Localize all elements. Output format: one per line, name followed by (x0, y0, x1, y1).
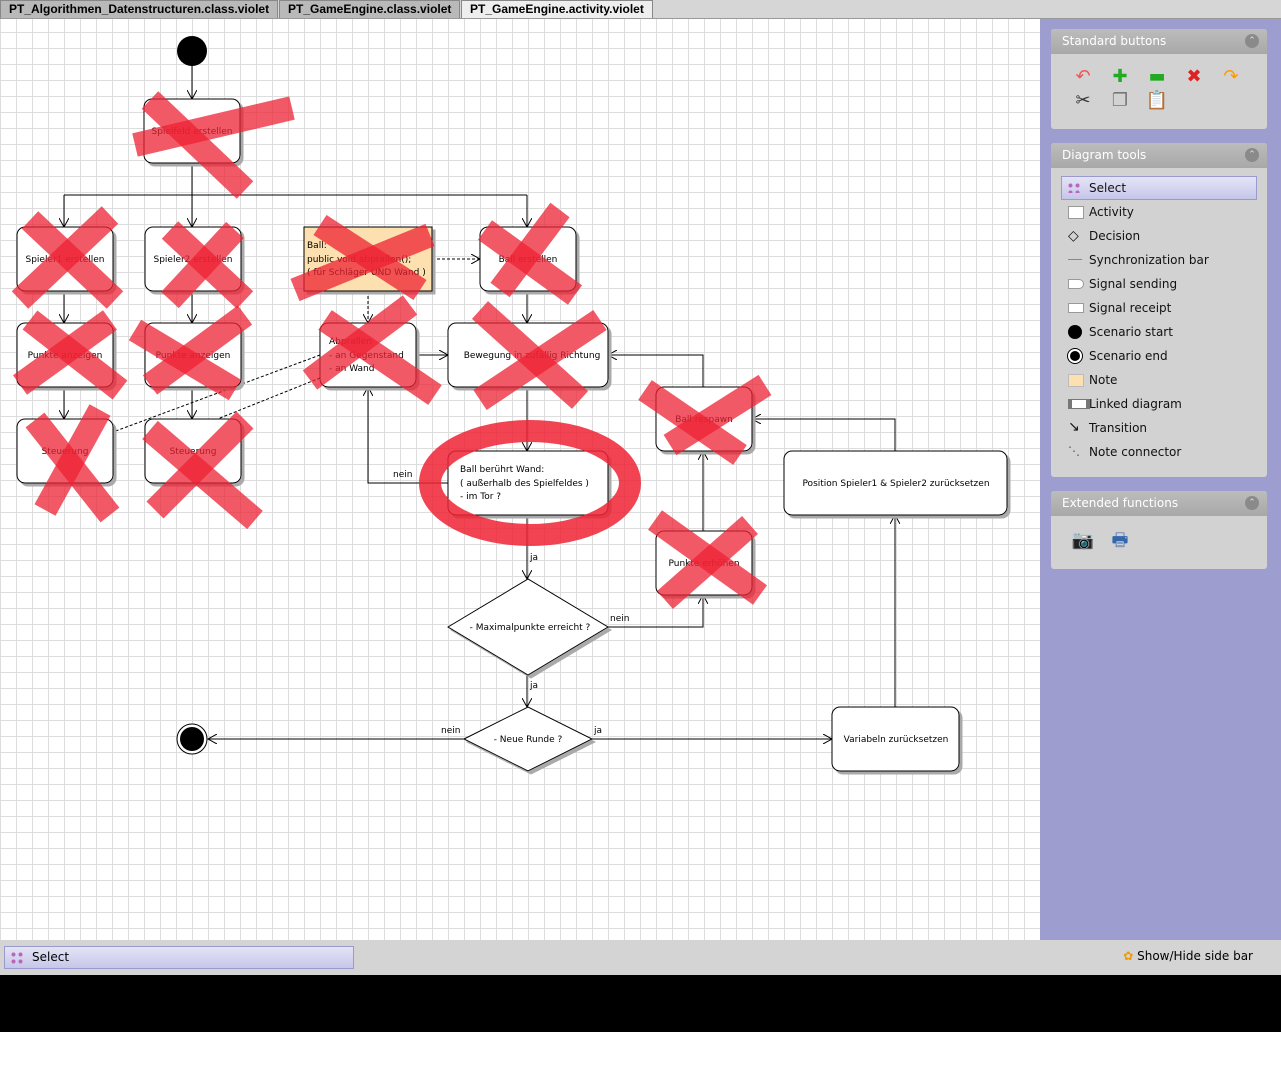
svg-text:ja: ja (593, 726, 602, 736)
camera-icon[interactable]: 📷 (1071, 531, 1095, 551)
panel-title: Standard buttons (1062, 34, 1167, 48)
signal-sending-icon (1068, 279, 1084, 289)
signal-receipt-icon (1068, 303, 1084, 313)
svg-text:ja: ja (529, 553, 538, 563)
extended-functions-panel: Extended functions ⌃ 📷 🖶 (1051, 491, 1267, 569)
svg-text:( außerhalb des Spielfeldes ): ( außerhalb des Spielfeldes ) (460, 479, 589, 489)
add-icon[interactable]: ✚ (1108, 67, 1132, 87)
tab-bar: PT_Algorithmen_Datenstructuren.class.vio… (0, 0, 1281, 19)
black-band (0, 975, 1281, 1032)
collapse-icon[interactable]: ⌃ (1245, 148, 1259, 162)
note-icon (1068, 374, 1084, 387)
redo-icon[interactable]: ↷ (1219, 67, 1243, 87)
tool-signal-receipt[interactable]: Signal receipt (1051, 296, 1267, 320)
tool-sync-bar[interactable]: Synchronization bar (1051, 248, 1267, 272)
svg-text:Position Spieler1 & Spieler2 z: Position Spieler1 & Spieler2 zurücksetze… (802, 479, 989, 489)
svg-text:- Maximalpunkte erreicht ?: - Maximalpunkte erreicht ? (470, 623, 591, 633)
diagram-tools-panel: Diagram tools ⌃ Select Activity ◇ Decision… (1051, 143, 1267, 477)
delete-icon[interactable]: ✖ (1182, 67, 1206, 87)
diagram-canvas[interactable]: Spielfeld erstellen Spieler1 erstellen S… (0, 19, 1040, 940)
copy-icon[interactable]: ❐ (1108, 91, 1132, 111)
sync-bar-icon (1068, 259, 1082, 260)
sidebar: Standard buttons ⌃ ↶ ✚ ▬ ✖ ↷ ✂ ❐ 📋 Diagra… (1040, 19, 1281, 940)
tool-activity[interactable]: Activity (1051, 200, 1267, 224)
tab-gameengine-class[interactable]: PT_GameEngine.class.violet (279, 0, 461, 18)
svg-text:nein: nein (441, 726, 460, 736)
select-icon (1067, 182, 1081, 193)
svg-text:- Neue Runde ?: - Neue Runde ? (494, 735, 563, 745)
tool-decision[interactable]: ◇ Decision (1051, 224, 1267, 248)
tool-select[interactable]: Select (1061, 176, 1257, 200)
tool-signal-sending[interactable]: Signal sending (1051, 272, 1267, 296)
svg-text:nein: nein (393, 470, 412, 480)
paste-icon[interactable]: 📋 (1145, 91, 1169, 111)
tool-note[interactable]: Note (1051, 368, 1267, 392)
select-icon (10, 951, 24, 965)
decision-icon: ◇ (1068, 228, 1079, 244)
scenario-start[interactable] (177, 36, 207, 66)
toggle-sidebar-button[interactable]: ✿ Show/Hide side bar (1123, 949, 1253, 963)
activity-icon (1068, 206, 1084, 219)
tab-algorithmen-class[interactable]: PT_Algorithmen_Datenstructuren.class.vio… (0, 0, 279, 18)
panel-title: Extended functions (1062, 496, 1179, 510)
svg-text:Ball berührt Wand:: Ball berührt Wand: (460, 465, 544, 475)
tool-note-connector[interactable]: ⋱ Note connector (1051, 440, 1267, 464)
current-tool-indicator: Select (4, 946, 354, 969)
svg-text:nein: nein (610, 614, 629, 624)
tool-scenario-end[interactable]: Scenario end (1051, 344, 1267, 368)
panel-title: Diagram tools (1062, 148, 1147, 162)
svg-text:- im Tor ?: - im Tor ? (460, 492, 501, 502)
status-bar: Select ✿ Show/Hide side bar (0, 940, 1281, 975)
transition-icon: ↘ (1068, 419, 1080, 435)
note-connector-icon: ⋱ (1068, 444, 1080, 458)
tool-scenario-start[interactable]: Scenario start (1051, 320, 1267, 344)
standard-buttons-panel: Standard buttons ⌃ ↶ ✚ ▬ ✖ ↷ ✂ ❐ 📋 (1051, 29, 1267, 129)
collapse-icon[interactable]: ⌃ (1245, 496, 1259, 510)
linked-diagram-icon (1068, 399, 1090, 409)
collapse-icon[interactable]: ⌃ (1245, 34, 1259, 48)
svg-text:Variabeln zurücksetzen: Variabeln zurücksetzen (844, 735, 949, 745)
scenario-end-icon (1068, 349, 1082, 363)
remove-icon[interactable]: ▬ (1145, 67, 1169, 87)
tool-transition[interactable]: ↘ Transition (1051, 416, 1267, 440)
tab-gameengine-activity[interactable]: PT_GameEngine.activity.violet (461, 0, 653, 18)
undo-icon[interactable]: ↶ (1071, 67, 1095, 87)
print-icon[interactable]: 🖶 (1108, 531, 1132, 551)
scenario-start-icon (1068, 325, 1082, 339)
cut-icon[interactable]: ✂ (1071, 91, 1095, 111)
tool-linked-diagram[interactable]: Linked diagram (1051, 392, 1267, 416)
svg-text:ja: ja (529, 681, 538, 691)
svg-text:Ball:: Ball: (307, 241, 327, 251)
palette-icon: ✿ (1123, 949, 1134, 963)
